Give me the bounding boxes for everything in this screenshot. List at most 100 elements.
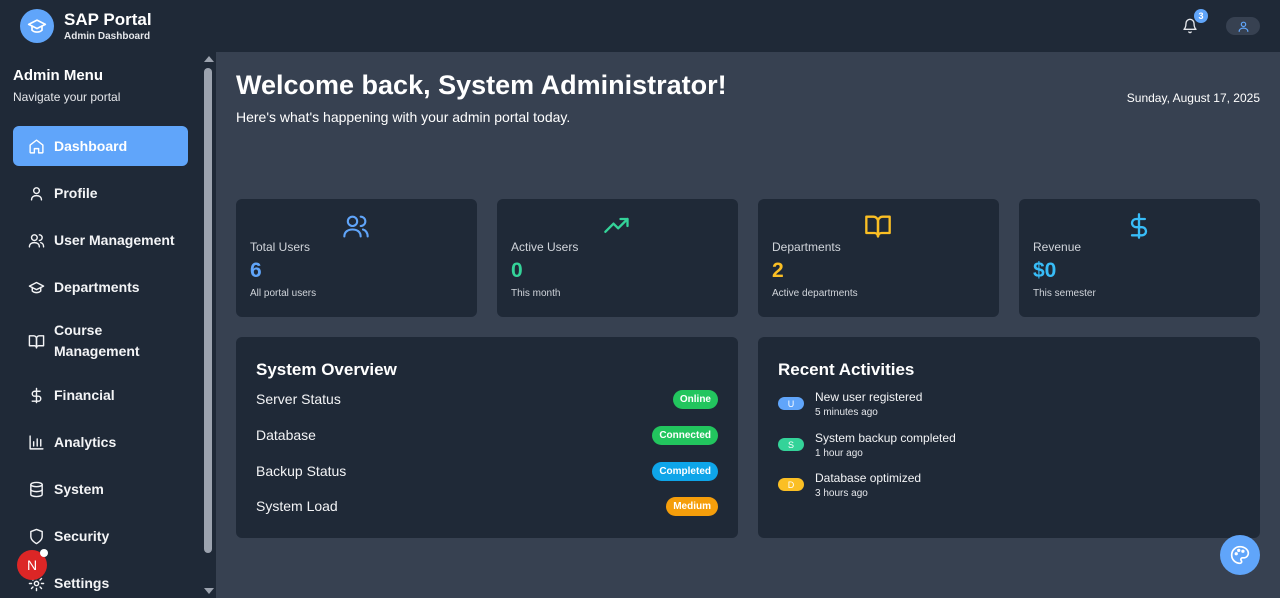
trending-up-icon	[602, 211, 632, 241]
activity-badge: S	[778, 438, 804, 451]
sidebar-subtitle: Navigate your portal	[13, 90, 121, 104]
sidebar-item-analytics[interactable]: Analytics	[13, 422, 188, 462]
main-content: Welcome back, System Administrator! Here…	[216, 52, 1280, 598]
stat-label: Departments	[772, 240, 841, 254]
sidebar-item-label: Dashboard	[54, 137, 128, 154]
sidebar-nav: Dashboard Profile User Management Depart…	[13, 126, 188, 598]
status-badge: Connected	[652, 425, 718, 445]
palette-icon	[1230, 545, 1250, 565]
scroll-up-arrow-icon[interactable]	[204, 56, 214, 62]
user-menu-button[interactable]	[1226, 17, 1260, 35]
stat-value: 2	[772, 259, 784, 282]
activity-badge: D	[778, 478, 804, 491]
stat-label: Total Users	[250, 240, 311, 254]
users-icon	[341, 211, 371, 241]
status-badge: Completed	[652, 461, 718, 481]
stat-card-departments: Departments 2 Active departments	[758, 199, 999, 317]
overview-label: System Load	[256, 498, 338, 514]
stats-row: Total Users 6 All portal users Active Us…	[236, 199, 1260, 317]
home-icon	[27, 137, 45, 155]
sidebar: Admin Menu Navigate your portal Dashboar…	[0, 52, 216, 598]
sidebar-item-dashboard[interactable]: Dashboard	[13, 126, 188, 166]
notifications-button[interactable]: 3	[1178, 9, 1208, 38]
stat-card-total-users: Total Users 6 All portal users	[236, 199, 477, 317]
stat-description: This month	[511, 288, 561, 299]
shield-icon	[27, 527, 45, 545]
stat-value: 6	[250, 259, 262, 282]
sidebar-item-course-management[interactable]: Course Management	[13, 314, 188, 368]
top-bar: SAP Portal Admin Dashboard 3	[0, 0, 1280, 52]
sidebar-item-profile[interactable]: Profile	[13, 173, 188, 213]
sidebar-item-security[interactable]: Security	[13, 516, 188, 556]
overview-label: Backup Status	[256, 463, 347, 479]
sidebar-item-label: Profile	[54, 184, 98, 201]
theme-palette-button[interactable]	[1220, 535, 1260, 575]
stat-description: Active departments	[772, 288, 858, 299]
user-icon	[1238, 21, 1248, 32]
dollar-icon	[1124, 211, 1154, 241]
graduation-cap-icon	[27, 278, 45, 296]
sidebar-item-label: Settings	[54, 574, 110, 591]
book-icon	[27, 332, 45, 350]
database-icon	[27, 480, 45, 498]
status-badge: Medium	[666, 496, 718, 516]
sidebar-item-departments[interactable]: Departments	[13, 267, 188, 307]
stat-value: 0	[511, 259, 523, 282]
brand[interactable]: SAP Portal Admin Dashboard	[20, 9, 152, 43]
activity-time: 1 hour ago	[815, 448, 863, 459]
book-open-icon	[863, 211, 893, 241]
activity-title: System backup completed	[815, 431, 956, 445]
activity-item: S System backup completed 1 hour ago	[778, 431, 956, 459]
page-subtitle: Here's what's happening with your admin …	[236, 109, 571, 125]
overview-label: Server Status	[256, 391, 341, 407]
stat-card-revenue: Revenue $0 This semester	[1019, 199, 1260, 317]
activity-time: 3 hours ago	[815, 488, 868, 499]
panel-title: Recent Activities	[778, 360, 915, 379]
sidebar-item-user-management[interactable]: User Management	[13, 220, 188, 260]
overview-row-server-status: Server Status Online	[256, 388, 718, 410]
overview-row-backup-status: Backup Status Completed	[256, 460, 718, 482]
current-date: Sunday, August 17, 2025	[1126, 91, 1260, 105]
sidebar-item-system[interactable]: System	[13, 469, 188, 509]
activity-title: New user registered	[815, 390, 923, 404]
page-title: Welcome back, System Administrator!	[236, 70, 727, 100]
scrollbar-thumb[interactable]	[204, 68, 212, 553]
brand-title: SAP Portal	[64, 9, 152, 29]
stat-description: All portal users	[250, 288, 317, 299]
activity-title: Database optimized	[815, 471, 922, 485]
sidebar-item-label: Security	[54, 527, 110, 544]
status-badge: Online	[672, 389, 718, 409]
bar-chart-icon	[27, 433, 45, 451]
graduation-cap-icon	[20, 9, 54, 43]
stat-label: Revenue	[1033, 240, 1082, 254]
dollar-icon	[27, 386, 45, 404]
sidebar-item-label: User Management	[54, 231, 175, 248]
stat-card-active-users: Active Users 0 This month	[497, 199, 738, 317]
stat-label: Active Users	[511, 240, 579, 254]
notification-count-badge: 3	[1194, 9, 1208, 23]
overview-row-database: Database Connected	[256, 424, 718, 446]
activity-badge: U	[778, 397, 804, 410]
sidebar-item-label: Departments	[54, 278, 140, 295]
brand-subtitle: Admin Dashboard	[64, 30, 151, 42]
recent-activities-panel: Recent Activities U New user registered …	[758, 337, 1260, 538]
stat-description: This semester	[1033, 288, 1096, 299]
user-icon	[27, 184, 45, 202]
avatar-status-dot	[40, 549, 48, 557]
panel-title: System Overview	[256, 360, 397, 379]
sidebar-item-label: Course Management	[54, 322, 140, 359]
overview-row-system-load: System Load Medium	[256, 495, 718, 517]
activity-item: D Database optimized 3 hours ago	[778, 471, 921, 499]
activity-item: U New user registered 5 minutes ago	[778, 390, 922, 418]
system-overview-panel: System Overview Server Status Online Dat…	[236, 337, 738, 538]
sidebar-item-label: Financial	[54, 386, 115, 403]
sidebar-item-label: Analytics	[54, 433, 117, 450]
scroll-down-arrow-icon[interactable]	[204, 588, 214, 594]
users-icon	[27, 231, 45, 249]
sidebar-item-financial[interactable]: Financial	[13, 375, 188, 415]
sidebar-title: Admin Menu	[13, 67, 103, 84]
sidebar-item-label: System	[54, 480, 104, 497]
stat-value: $0	[1033, 259, 1057, 282]
sidebar-scrollbar[interactable]	[201, 52, 216, 598]
overview-label: Database	[256, 427, 316, 443]
